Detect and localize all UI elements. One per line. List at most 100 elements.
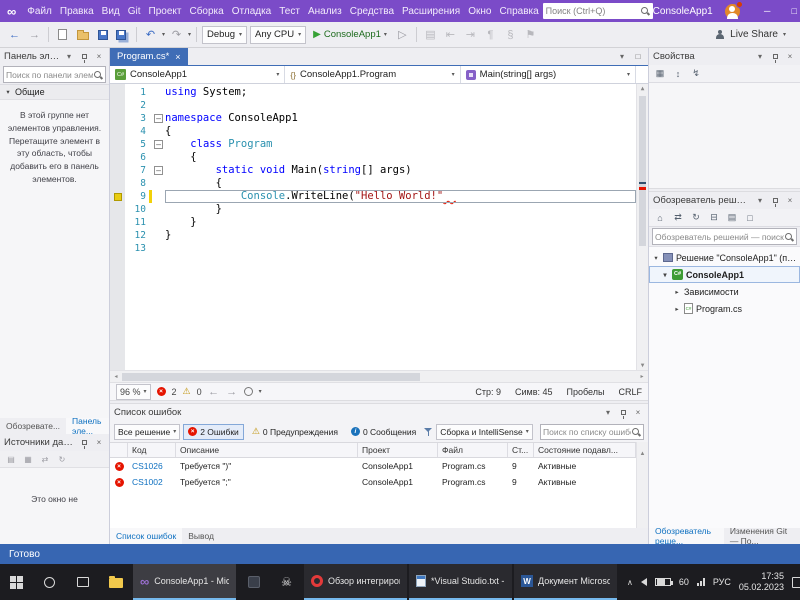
code-text[interactable]: } — [165, 216, 636, 229]
close-icon[interactable]: × — [175, 52, 180, 62]
tab-toolbox[interactable]: Панель эле... — [66, 418, 109, 434]
bookmark-icon[interactable]: ⚑ — [522, 26, 539, 44]
code-text[interactable]: } — [165, 229, 636, 242]
pin-icon[interactable] — [78, 437, 90, 449]
switch-views-icon[interactable]: ⇄ — [672, 212, 684, 224]
minimize-button[interactable]: ─ — [754, 0, 781, 22]
column-description[interactable]: Описание — [176, 443, 358, 457]
hidden-icons-chevron[interactable]: ∧ — [627, 578, 633, 587]
error-list-search-box[interactable] — [540, 424, 644, 440]
start-debug-button[interactable]: ▶ ConsoleApp1 ▾ — [309, 26, 391, 44]
code-line-9[interactable]: 9 Console.WriteLine("Hello World!" — [110, 190, 636, 203]
active-files-icon[interactable]: ▾ — [616, 51, 628, 63]
chevron-down-icon[interactable]: ▾ — [63, 51, 75, 63]
fold-marker-icon[interactable]: – — [152, 164, 165, 177]
undo-dropdown-icon[interactable]: ▾ — [162, 31, 165, 38]
breakpoint-margin-cell[interactable] — [110, 125, 125, 138]
status-column[interactable]: Симв: 45 — [515, 387, 553, 397]
menu-view[interactable]: Вид — [98, 0, 124, 22]
breakpoint-margin-cell[interactable] — [110, 190, 125, 203]
clock[interactable]: 17:35 05.02.2023 — [739, 571, 784, 593]
code-line-4[interactable]: 4{ — [110, 125, 636, 138]
close-icon[interactable]: × — [784, 51, 796, 63]
code-text[interactable]: Console.WriteLine("Hello World!" — [165, 190, 636, 203]
member-dropdown[interactable]: Main(string[] args) ▾ — [461, 66, 636, 83]
project-dropdown[interactable]: C# ConsoleApp1 ▾ — [110, 66, 285, 83]
menu-project[interactable]: Проект — [145, 0, 186, 22]
user-avatar[interactable] — [725, 4, 740, 19]
live-share-button[interactable]: Live Share ▾ — [714, 29, 794, 40]
code-line-1[interactable]: 1using System; — [110, 86, 636, 99]
solution-search-input[interactable] — [655, 232, 784, 242]
fold-marker-icon[interactable]: – — [152, 138, 165, 151]
breakpoint-margin-cell[interactable] — [110, 164, 125, 177]
code-line-2[interactable]: 2 — [110, 99, 636, 112]
tree-item-program-cs[interactable]: ▸ C# Program.cs — [649, 300, 800, 317]
pin-icon[interactable] — [78, 51, 90, 63]
find-in-files-icon[interactable]: ▤ — [422, 26, 439, 44]
navigate-forward-icon[interactable]: → — [226, 383, 238, 401]
taskbar-app-notepad[interactable]: *Visual Studio.txt - ... — [409, 564, 512, 600]
error-code[interactable]: CS1026 — [128, 458, 176, 474]
uncomment-icon[interactable]: § — [502, 26, 519, 44]
indent-icon[interactable]: ⇥ — [462, 26, 479, 44]
breakpoint-margin-cell[interactable] — [110, 203, 125, 216]
code-text[interactable]: static void Main(string[] args) — [165, 164, 636, 177]
tree-item-solution[interactable]: ▾ Решение "ConsoleApp1" (проекты: 1 из 1… — [649, 249, 800, 266]
chevron-down-icon[interactable]: ▾ — [661, 271, 669, 279]
code-line-7[interactable]: 7– static void Main(string[] args) — [110, 164, 636, 177]
close-icon[interactable]: × — [93, 437, 105, 449]
fold-marker-icon[interactable]: – — [152, 112, 165, 125]
tab-output[interactable]: Вывод — [182, 528, 220, 544]
scrollbar-thumb[interactable] — [122, 373, 420, 381]
file-explorer-button[interactable] — [99, 564, 132, 600]
chevron-down-icon[interactable]: ▾ — [602, 407, 614, 419]
comment-icon[interactable]: ¶ — [482, 26, 499, 44]
breakpoint-margin-cell[interactable] — [110, 99, 125, 112]
scope-dropdown[interactable]: Все решение ▾ — [114, 424, 180, 440]
scroll-down-icon[interactable]: ▼ — [637, 362, 648, 369]
error-row-cs1026[interactable]: × CS1026 Требуется ")" ConsoleApp1 Progr… — [110, 458, 636, 474]
navigate-forward-icon[interactable]: → — [26, 26, 43, 44]
pin-icon[interactable] — [617, 407, 629, 419]
code-line-3[interactable]: 3–namespace ConsoleApp1 — [110, 112, 636, 125]
chevron-down-icon[interactable]: ▾ — [259, 388, 262, 395]
chevron-right-icon[interactable]: ▸ — [673, 288, 681, 296]
split-editor-button[interactable] — [636, 66, 648, 83]
close-icon[interactable]: × — [93, 51, 105, 63]
solution-explorer-header[interactable]: Обозреватель решений ▾ × — [649, 192, 800, 209]
code-line-11[interactable]: 11 } — [110, 216, 636, 229]
status-spaces[interactable]: Пробелы — [567, 387, 605, 397]
warning-count-icon[interactable]: ⚠ — [183, 386, 191, 397]
errors-filter-button[interactable]: × 2 Ошибки — [183, 424, 244, 440]
run-without-debug-icon[interactable]: ▷ — [394, 26, 411, 44]
column-line[interactable]: Ст... — [508, 443, 534, 457]
error-count[interactable]: 2 — [172, 387, 177, 397]
menu-edit[interactable]: Правка — [56, 0, 98, 22]
properties-header[interactable]: Свойства ▾ × — [649, 48, 800, 65]
data-sources-header[interactable]: Источники данных × — [0, 434, 109, 451]
scroll-up-icon[interactable]: ▲ — [637, 85, 648, 92]
chevron-down-icon[interactable]: ▾ — [754, 195, 766, 207]
toolbox-search-box[interactable] — [3, 66, 106, 83]
zoom-dropdown[interactable]: 96 % ▾ — [116, 384, 151, 400]
type-dropdown[interactable]: {} ConsoleApp1.Program ▾ — [285, 66, 460, 83]
code-text[interactable]: } — [165, 203, 636, 216]
filter-icon[interactable] — [424, 427, 433, 437]
toolbox-section-general[interactable]: ▾ Общие — [0, 85, 109, 100]
tab-error-list[interactable]: Список ошибок — [110, 528, 182, 544]
error-row-cs1002[interactable]: × CS1002 Требуется ";" ConsoleApp1 Progr… — [110, 474, 636, 490]
add-data-source-icon[interactable]: ▤ — [5, 453, 17, 465]
start-button[interactable] — [0, 564, 33, 600]
scroll-up-icon[interactable]: ▲ — [640, 451, 646, 457]
action-center-icon[interactable] — [792, 577, 800, 588]
language-indicator[interactable]: РУС — [713, 577, 731, 587]
column-suppression[interactable]: Состояние подавл... — [534, 443, 636, 457]
maximize-button[interactable]: □ — [781, 0, 800, 22]
status-line[interactable]: Стр: 9 — [475, 387, 501, 397]
status-eol[interactable]: CRLF — [618, 387, 642, 397]
menu-window[interactable]: Окно — [464, 0, 495, 22]
open-file-icon[interactable] — [74, 26, 91, 44]
breakpoint-margin-cell[interactable] — [110, 216, 125, 229]
menu-build[interactable]: Сборка — [185, 0, 227, 22]
